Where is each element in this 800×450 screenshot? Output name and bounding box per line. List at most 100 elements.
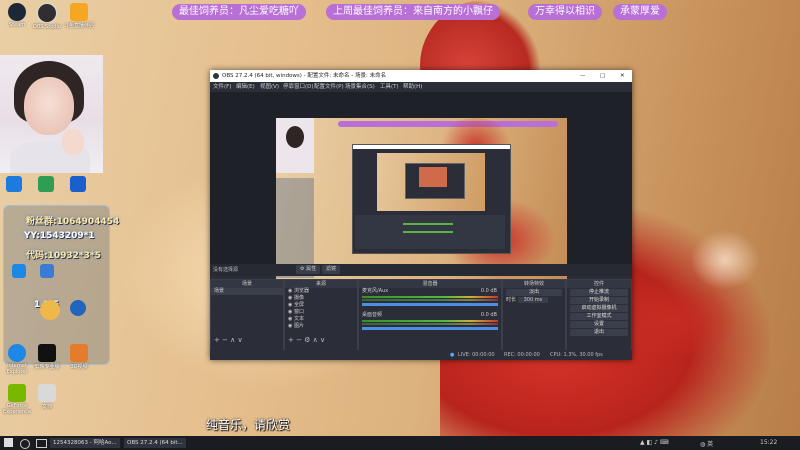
settings-button[interactable]: 设置 — [570, 321, 628, 328]
subtitle-text: 纯音乐，请欣赏 — [206, 418, 291, 432]
source-item[interactable]: ◉ 全屏 — [285, 302, 357, 309]
menu-tools[interactable]: 工具(T) — [380, 82, 399, 92]
preview-overlay — [276, 178, 314, 278]
source-item[interactable]: ◉ 摄像 — [285, 295, 357, 302]
menu-help[interactable]: 帮助(H) — [403, 82, 422, 92]
windows-start-icon[interactable] — [4, 438, 13, 447]
streamer-hand — [62, 129, 84, 155]
overlay-app-icon — [12, 264, 26, 278]
source-item[interactable]: ◉ 窗口 — [285, 309, 357, 316]
no-source-label: 没有选择源 — [213, 267, 239, 273]
scene-add-remove-buttons[interactable]: + − ∧ ∨ — [214, 336, 243, 344]
obs-window[interactable]: OBS 27.2.4 (64 bit, windows) - 配置文件: 未命名… — [210, 70, 632, 360]
desktop-icon-app-3[interactable] — [70, 176, 86, 192]
live-time: LIVE: 00:00:00 — [458, 352, 495, 358]
document-icon — [38, 384, 56, 402]
desktop-icon-steam[interactable]: Steam — [0, 3, 34, 28]
desktop-icon-douyu[interactable]: 斗鱼直播伴侣 — [62, 3, 96, 29]
streamer-camera — [0, 55, 103, 173]
taskbar: 1254328063 - 阿哈Ao... OBS 27.2.4 (64 bit.… — [0, 436, 800, 450]
maximize-icon[interactable]: □ — [600, 70, 605, 82]
obs-status-bar: ● LIVE: 00:00:00 REC: 00:00:00 CPU: 1.3%… — [210, 350, 632, 360]
obs-icon — [37, 3, 57, 23]
source-item[interactable]: ◉ 浏览器 — [285, 288, 357, 295]
source-add-remove-buttons[interactable]: + − ⚙ ∧ ∨ — [288, 336, 325, 344]
obs-app-icon — [213, 73, 219, 79]
overlay-avatar-icon — [40, 300, 60, 320]
desktop-icon-ie[interactable]: Internet Explorer — [0, 344, 34, 375]
tray-icons[interactable]: ▲ ◧ ♪ ⌨ — [640, 439, 669, 446]
mic-meter-r — [362, 299, 498, 301]
desktop-icon-capcut[interactable]: 剪映专业版 — [30, 344, 64, 370]
start-recording-button[interactable]: 开始录制 — [570, 297, 628, 304]
danmaku-banner-4: 承蒙厚爱 — [613, 4, 667, 20]
scene-item[interactable]: 场景 — [211, 288, 283, 295]
menu-file[interactable]: 文件(F) — [213, 82, 231, 92]
desktop-meter — [362, 320, 498, 322]
clock-time: 15:22 — [760, 439, 778, 446]
overlay-code: 代码:10932*3*5 — [26, 251, 101, 261]
filters-button[interactable]: 滤镜 — [322, 265, 341, 274]
start-virtual-camera-button[interactable]: 启动虚拟摄像机 — [570, 305, 628, 312]
desktop-icon-3d[interactable]: 3D视频 — [62, 344, 96, 370]
taskbar-item-obs[interactable]: OBS 27.2.4 (64 bit... — [124, 438, 186, 448]
dancer-arm — [690, 230, 760, 290]
sources-dock: 来源 ◉ 浏览器 ◉ 摄像 ◉ 全屏 ◉ 窗口 ◉ 文本 ◉ 图片 + − ⚙ … — [284, 279, 358, 354]
streamer-face — [24, 77, 74, 135]
desktop-meter-r — [362, 323, 498, 325]
close-icon[interactable]: ✕ — [620, 70, 625, 82]
menu-profile[interactable]: 配置文件(P) — [314, 82, 344, 92]
stop-streaming-button[interactable]: 停止推流 — [570, 289, 628, 296]
scenes-dock-title: 场景 — [211, 280, 283, 288]
minimize-icon[interactable]: — — [580, 70, 586, 82]
ie-icon — [8, 344, 26, 362]
menu-scene-collection[interactable]: 场景集合(S) — [345, 82, 375, 92]
desktop-icon-app-1[interactable] — [6, 176, 22, 192]
transitions-dock: 转场特效 淡出 时长 300 ms — [502, 279, 566, 354]
properties-button[interactable]: ⚙ 属性 — [296, 265, 321, 274]
menu-edit[interactable]: 编辑(E) — [236, 82, 255, 92]
mixer-channel-desktop: 桌面音频 0.0 dB — [362, 312, 497, 318]
desktop-icon-obs[interactable]: OBS Studio — [30, 3, 64, 30]
controls-dock-title: 控件 — [567, 280, 631, 288]
rec-time: REC: 00:00:00 — [504, 352, 540, 358]
exit-button[interactable]: 退出 — [570, 329, 628, 336]
transition-type-select[interactable]: 淡出 — [506, 289, 562, 296]
obs-menubar: 文件(F) 编辑(E) 视图(V) 停靠窗口(D) 配置文件(P) 场景集合(S… — [210, 82, 632, 92]
danmaku-banner-2: 上周最佳饲养员：来自南方的小飘仔 — [326, 4, 500, 20]
live-indicator: ● — [450, 352, 455, 358]
mixer-channel-mic: 麦克风/Aux 0.0 dB — [362, 288, 497, 294]
3d-video-icon — [70, 344, 88, 362]
source-item[interactable]: ◉ 文本 — [285, 316, 357, 323]
mixer-dock-title: 混音器 — [359, 280, 501, 288]
mixer-dock: 混音器 麦克风/Aux 0.0 dB 桌面音频 0.0 dB — [358, 279, 502, 354]
search-icon[interactable] — [20, 439, 30, 449]
menu-docks[interactable]: 停靠窗口(D) — [283, 82, 314, 92]
obs-title: OBS 27.2.4 (64 bit, windows) - 配置文件: 未命名… — [222, 73, 387, 79]
desktop-icon-doc[interactable]: 文档 — [30, 384, 64, 410]
geforce-icon — [8, 384, 26, 402]
controls-dock: 控件 停止推流 开始录制 启动虚拟摄像机 工作室模式 设置 退出 — [566, 279, 632, 354]
studio-mode-button[interactable]: 工作室模式 — [570, 313, 628, 320]
desktop-icon-app-2[interactable] — [38, 176, 54, 192]
task-view-icon[interactable] — [36, 439, 47, 448]
mic-volume-slider[interactable] — [362, 303, 498, 306]
cpu-usage: CPU: 1.3%, 30.00 fps — [550, 352, 603, 358]
desktop-icon-geforce[interactable]: GeForce Experience — [0, 384, 34, 415]
source-item[interactable]: ◉ 图片 — [285, 323, 357, 330]
transition-duration[interactable]: 时长 300 ms — [503, 297, 565, 304]
source-toolbar: 没有选择源 ⚙ 属性 滤镜 — [210, 264, 632, 276]
taskbar-item-browser[interactable]: 1254328063 - 阿哈Ao... — [50, 438, 120, 448]
scenes-dock: 场景 场景 + − ∧ ∨ — [210, 279, 284, 354]
overlay-fan-group: 粉丝群:1064904454 — [26, 217, 120, 227]
obs-preview-canvas[interactable] — [276, 118, 567, 282]
desktop-volume-slider[interactable] — [362, 327, 498, 330]
obs-titlebar[interactable]: OBS 27.2.4 (64 bit, windows) - 配置文件: 未命名… — [210, 70, 632, 82]
network-icon[interactable]: ◍ 英 — [700, 439, 713, 448]
menu-view[interactable]: 视图(V) — [260, 82, 279, 92]
overlay-word-icon — [40, 264, 54, 278]
danmaku-banner-3: 万幸得以相识 — [528, 4, 602, 20]
preview-nested-obs — [352, 144, 511, 254]
sources-dock-title: 来源 — [285, 280, 357, 288]
steam-icon — [8, 3, 26, 21]
